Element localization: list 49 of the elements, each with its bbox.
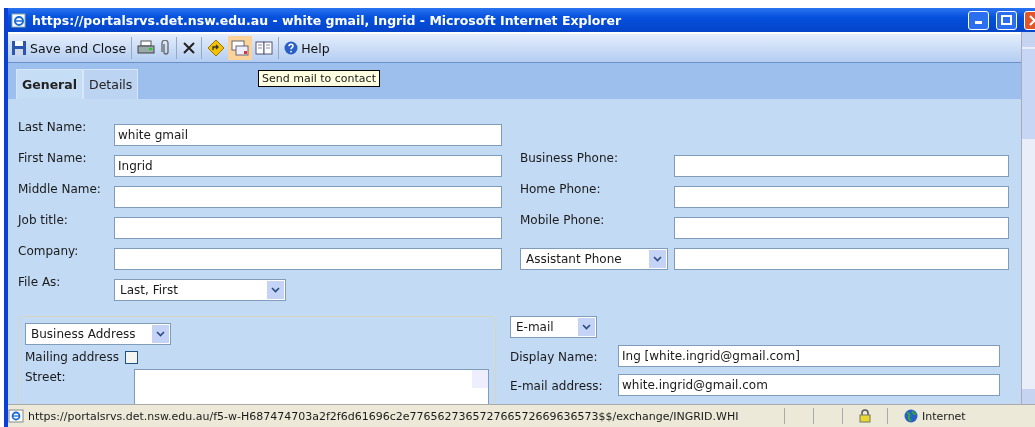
address-type-dropdown[interactable]: Business Address xyxy=(25,323,171,345)
field-label: Street: xyxy=(25,369,67,384)
tab[interactable]: General xyxy=(16,69,83,99)
help-button[interactable]: Help xyxy=(281,36,333,60)
text-field[interactable] xyxy=(114,247,502,270)
field-label: E-mail address: xyxy=(510,377,604,393)
text-field[interactable]: Ingrid xyxy=(114,154,502,177)
field-label: Display Name: xyxy=(510,348,599,364)
checkbox[interactable] xyxy=(124,350,138,364)
file-as-dropdown[interactable]: Last, First xyxy=(114,278,286,301)
text-field[interactable]: Ing [white.ingrid@gmail.com] xyxy=(618,345,1000,367)
street-text-area[interactable] xyxy=(134,369,489,404)
status-url: https://portalsrvs.det.nsw.edu.au/f5-w-H687474703a2f2f6d61696c2e776562736572766572669636573$$/exchange/INGRID.WHI xyxy=(28,409,740,423)
tooltip: Send mail to contact xyxy=(258,70,380,87)
help-icon xyxy=(284,41,299,55)
globe-icon xyxy=(904,409,918,423)
text-field[interactable]: white.ingrid@gmail.com xyxy=(618,374,1000,396)
email-type-dropdown[interactable]: E-mail xyxy=(510,316,597,338)
security-zone-label: Internet xyxy=(922,409,966,423)
minimize-button[interactable] xyxy=(968,10,989,30)
save-and-close-button[interactable]: Save and Close xyxy=(8,36,130,60)
text-field[interactable] xyxy=(114,216,502,239)
text-field[interactable] xyxy=(114,185,502,208)
field-label: File As: xyxy=(18,274,62,289)
phone-field[interactable] xyxy=(674,154,1009,177)
field-label: Company: xyxy=(18,243,80,258)
page-icon xyxy=(8,409,24,423)
maximize-icon xyxy=(1001,15,1012,25)
browser-page-icon xyxy=(11,12,27,28)
checkbox-label: Mailing address xyxy=(25,350,119,364)
field-label: Middle Name: xyxy=(18,181,102,196)
phone-type-dropdown[interactable]: Assistant Phone xyxy=(520,247,668,270)
mail-icon[interactable] xyxy=(228,36,253,60)
field-label: Business Phone: xyxy=(520,150,619,165)
phone-field[interactable] xyxy=(674,216,1009,239)
phone-field[interactable] xyxy=(674,185,1009,208)
maximize-button[interactable] xyxy=(996,10,1017,30)
lock-icon xyxy=(859,409,871,423)
phone-field[interactable] xyxy=(674,247,1009,270)
save-icon xyxy=(11,40,27,56)
window-title: https://portalsrvs.det.nsw.edu.au - white gmail, Ingrid - Microsoft Internet Explorer xyxy=(32,12,623,28)
field-label: Last Name: xyxy=(18,119,88,134)
text-field[interactable]: white gmail xyxy=(114,123,502,146)
field-label: Job title: xyxy=(18,212,69,227)
field-label: Home Phone: xyxy=(520,181,602,196)
field-label: First Name: xyxy=(18,150,88,165)
tab[interactable]: Details xyxy=(83,69,139,99)
field-label: Mobile Phone: xyxy=(520,212,606,227)
scrollbar[interactable] xyxy=(1021,32,1035,404)
